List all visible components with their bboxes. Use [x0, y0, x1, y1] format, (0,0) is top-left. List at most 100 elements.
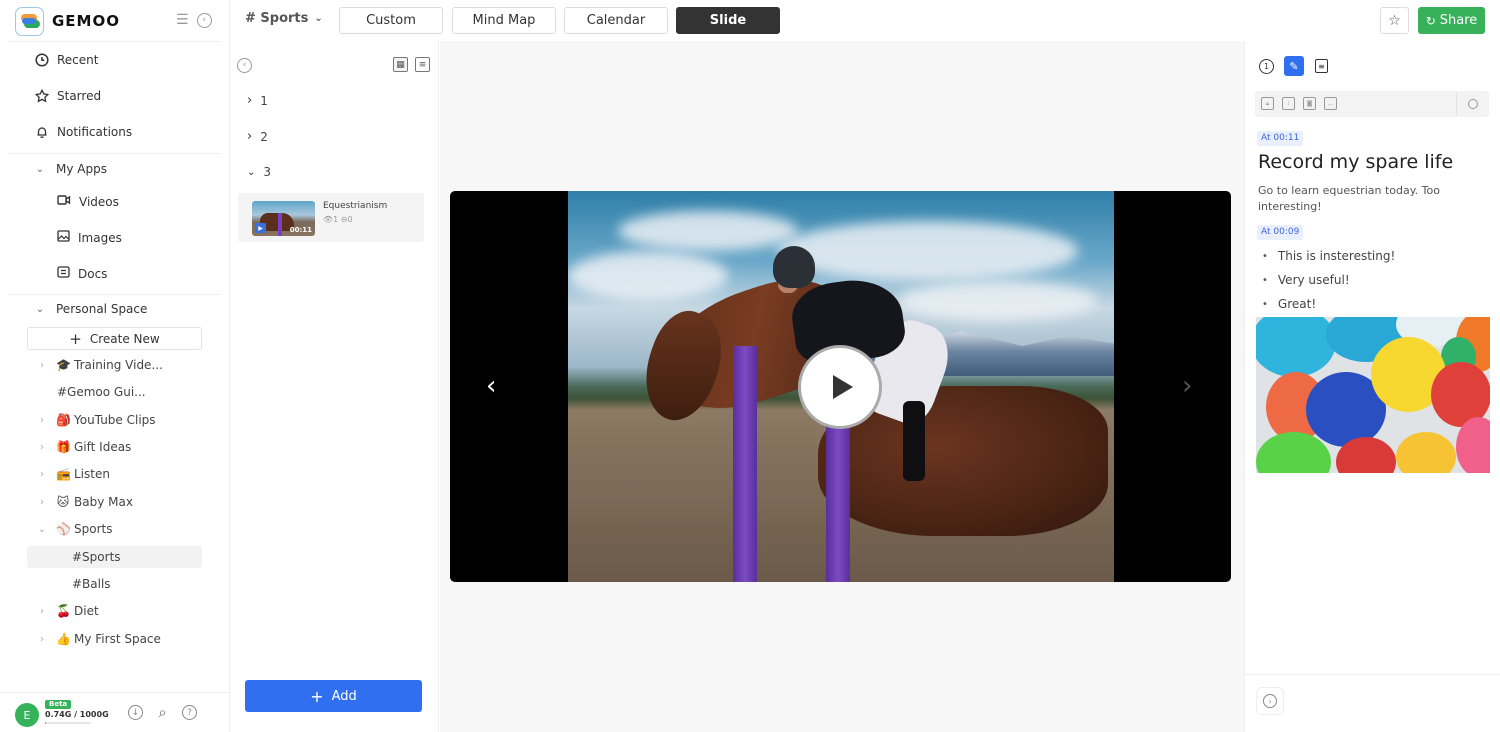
- tree-item-diet[interactable]: › 🍒 Diet: [36, 600, 99, 622]
- tree-item-label: Diet: [74, 604, 99, 618]
- clock-icon: [35, 53, 49, 67]
- annotate-tab-pencil-icon[interactable]: ✎: [1284, 56, 1304, 76]
- create-new-button[interactable]: + Create New: [27, 327, 202, 350]
- personal-space-header[interactable]: ⌄ Personal Space: [34, 302, 148, 316]
- cherry-icon: 🍒: [56, 604, 71, 618]
- chevron-right-icon: ›: [247, 93, 253, 108]
- topbar: # Sports ⌄ Custom Mind Map Calendar Slid…: [230, 0, 1500, 41]
- tab-calendar[interactable]: Calendar: [564, 7, 668, 34]
- download-icon[interactable]: ↓: [128, 705, 143, 720]
- sidebar-item-videos[interactable]: Videos: [57, 194, 119, 209]
- insert-checklist-icon[interactable]: ⁝: [1282, 97, 1295, 110]
- clip-duration: 00:11: [289, 226, 312, 234]
- tree-item-sports-tag[interactable]: #Sports: [27, 546, 202, 568]
- sidebar-tools: ☰ ‹: [176, 12, 212, 28]
- sidebar-item-docs[interactable]: Docs: [57, 266, 107, 281]
- screenshot-icon[interactable]: ◙: [1303, 97, 1316, 110]
- sidebar-item-recent[interactable]: Recent: [35, 53, 98, 67]
- sidebar-footer: E Beta 0.74G / 1000G ↓ ⌕ ?: [0, 692, 229, 732]
- section-label: 3: [263, 165, 272, 179]
- add-button[interactable]: + Add: [245, 680, 422, 712]
- share-label: Share: [1439, 13, 1478, 28]
- comments-tab-icon[interactable]: 1: [1259, 58, 1274, 74]
- tree-item-gift-ideas[interactable]: › 🎁 Gift Ideas: [36, 436, 131, 458]
- personal-space-title: Personal Space: [56, 302, 148, 316]
- sidebar-item-label: Starred: [57, 89, 102, 103]
- tree-item-balls-tag[interactable]: #Balls: [72, 573, 111, 595]
- tab-custom[interactable]: Custom: [339, 7, 443, 34]
- star-icon: ☆: [1388, 12, 1401, 29]
- next-slide-button[interactable]: ›: [1182, 373, 1192, 399]
- insert-comment-icon[interactable]: …: [1324, 97, 1337, 110]
- sidebar-item-label: Images: [78, 230, 122, 245]
- gemoo-logo-icon: [15, 6, 44, 36]
- sidebar-item-images[interactable]: Images: [57, 230, 122, 245]
- tree-item-sports[interactable]: ⌄ ⚾ Sports: [36, 518, 113, 540]
- sidebar-item-notifications[interactable]: Notifications: [35, 125, 132, 139]
- sidebar-item-label: Recent: [57, 53, 99, 67]
- favorite-button[interactable]: ☆: [1380, 7, 1409, 34]
- image-icon: [57, 230, 70, 245]
- note-body: Go to learn equestrian today. Too intere…: [1258, 184, 1440, 213]
- document-tab-icon[interactable]: ≡: [1315, 59, 1328, 73]
- timestamp-badge[interactable]: At 00:09: [1257, 225, 1304, 240]
- help-icon[interactable]: ?: [182, 705, 197, 720]
- previous-slide-button[interactable]: ‹: [486, 373, 496, 399]
- search-icon[interactable]: ⌕: [155, 705, 170, 721]
- star-icon: [35, 89, 49, 103]
- timestamp-badge[interactable]: At 00:11: [1257, 131, 1304, 146]
- list-item: This is insteresting!: [1258, 244, 1395, 268]
- view-switcher: ▦ ≡: [393, 57, 430, 72]
- chevron-right-circle-icon: ›: [1263, 694, 1277, 708]
- tab-mind-map[interactable]: Mind Map: [452, 7, 556, 34]
- chevron-down-icon: ⌄: [247, 166, 256, 178]
- grid-view-icon[interactable]: ▦: [393, 57, 408, 72]
- my-apps-header[interactable]: ⌄ My Apps: [34, 162, 107, 176]
- section-3[interactable]: ⌄ 3: [247, 165, 271, 179]
- gift-icon: 🎁: [56, 440, 71, 454]
- tree-item-gemoo-guide[interactable]: #Gemoo Gui...: [57, 381, 146, 403]
- brand[interactable]: GEMOO: [15, 5, 120, 37]
- share-icon: ↻: [1425, 13, 1436, 28]
- section-label: 1: [260, 93, 268, 108]
- breadcrumb[interactable]: # Sports ⌄: [245, 11, 323, 26]
- tree-item-listen[interactable]: › 📻 Listen: [36, 463, 110, 485]
- tree-item-youtube-clips[interactable]: › 🎒 YouTube Clips: [36, 409, 156, 431]
- insert-image-icon[interactable]: ▴: [1261, 97, 1274, 110]
- preview-icon[interactable]: [1468, 99, 1478, 109]
- tree-item-label: Sports: [74, 522, 113, 536]
- view-count: 1: [333, 215, 339, 224]
- play-button[interactable]: [798, 345, 882, 429]
- graduation-cap-icon: 🎓: [56, 358, 71, 372]
- app-window: GEMOO ☰ ‹ Recent Starred Notifications ⌄…: [0, 0, 1500, 732]
- list-view-icon[interactable]: ≡: [415, 57, 430, 72]
- tree-item-baby-max[interactable]: › 🐱 Baby Max: [36, 491, 133, 513]
- share-button[interactable]: ↻ Share: [1418, 7, 1485, 34]
- tree-item-label: Listen: [74, 467, 110, 481]
- sidebar-item-starred[interactable]: Starred: [35, 89, 101, 103]
- section-label: 2: [260, 129, 268, 144]
- menu-icon[interactable]: ☰: [176, 12, 189, 28]
- tree-item-training-videos[interactable]: › 🎓 Training Vide...: [36, 354, 163, 376]
- section-2[interactable]: › 2: [247, 129, 268, 144]
- avatar[interactable]: E: [15, 703, 39, 727]
- sidebar-item-label: Docs: [78, 266, 108, 281]
- list-item: Great!: [1258, 292, 1395, 316]
- divider: [8, 294, 221, 295]
- video-icon: ▶: [255, 223, 266, 233]
- radio-icon: 📻: [56, 467, 71, 481]
- chevron-right-icon: ›: [40, 468, 44, 480]
- divider: [8, 153, 221, 154]
- thumbs-up-icon: 👍: [56, 632, 71, 646]
- collapse-sidebar-icon[interactable]: ‹: [196, 12, 212, 28]
- backpack-icon: 🎒: [56, 413, 71, 427]
- back-icon[interactable]: ‹: [237, 58, 252, 73]
- chevron-down-icon: ⌄: [314, 13, 323, 24]
- section-1[interactable]: › 1: [247, 93, 268, 108]
- expand-panel-button[interactable]: ›: [1256, 687, 1284, 715]
- breadcrumb-label: # Sports: [245, 11, 309, 26]
- video-player[interactable]: ‹ ›: [450, 191, 1231, 582]
- tab-slide[interactable]: Slide: [676, 7, 780, 34]
- tree-item-my-first-space[interactable]: › 👍 My First Space: [36, 628, 161, 650]
- clip-card[interactable]: ▶ 00:11 Equestrianism 👁1 ⊖0: [238, 193, 424, 242]
